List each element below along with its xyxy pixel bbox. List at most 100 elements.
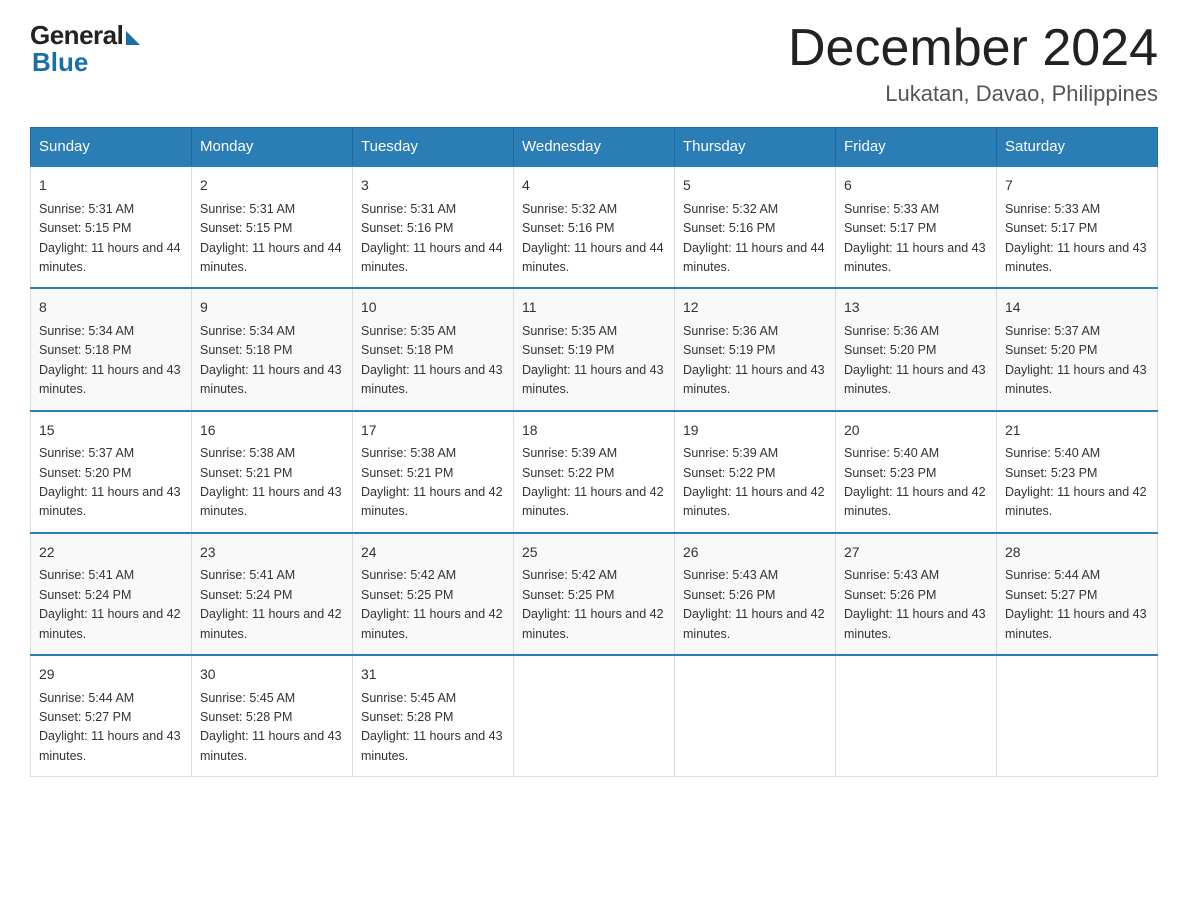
calendar-cell: 11Sunrise: 5:35 AMSunset: 5:19 PMDayligh…: [514, 288, 675, 410]
sunrise-text: Sunrise: 5:39 AM: [522, 444, 666, 463]
sunrise-text: Sunrise: 5:42 AM: [361, 566, 505, 585]
week-row-5: 29Sunrise: 5:44 AMSunset: 5:27 PMDayligh…: [31, 655, 1158, 777]
calendar-cell: 1Sunrise: 5:31 AMSunset: 5:15 PMDaylight…: [31, 166, 192, 288]
calendar-cell: 4Sunrise: 5:32 AMSunset: 5:16 PMDaylight…: [514, 166, 675, 288]
sunrise-text: Sunrise: 5:41 AM: [200, 566, 344, 585]
calendar-cell: 21 Sunrise: 5:40 AMSunset: 5:23 PMDayligh…: [997, 411, 1158, 533]
calendar-cell: 22Sunrise: 5:41 AMSunset: 5:24 PMDayligh…: [31, 533, 192, 655]
sunrise-text: Sunrise: 5:31 AM: [200, 200, 344, 219]
sunset-text: Sunset: 5:18 PM: [39, 341, 183, 360]
week-row-4: 22 Sunrise: 5:41 AM Sunset: 5:24 PM Dayligh…: [31, 533, 1158, 655]
day-number: 11: [522, 297, 666, 319]
day-number: 14: [1005, 297, 1149, 319]
page-subtitle: Lukatan, Davao, Philippines: [788, 81, 1158, 107]
day-number: 9: [200, 297, 344, 319]
sunset-text: Sunset: 5:24 PM: [39, 586, 183, 605]
day-number: 5: [683, 175, 827, 197]
day-number: 8: [39, 297, 183, 319]
daylight-text: Daylight: 11 hours and 43 minutes.: [39, 483, 183, 522]
sunset-text: Sunset: 5:27 PM: [1005, 586, 1149, 605]
daylight-text: Daylight: 11 hours and 43 minutes.: [1005, 361, 1149, 400]
calendar-cell: 17Sunrise: 5:38 AMSunset: 5:21 PMDayligh…: [353, 411, 514, 533]
logo-blue-text: Blue: [32, 47, 88, 78]
sunrise-text: Sunrise: 5:40 AM: [1005, 444, 1149, 463]
daylight-text: Daylight: 11 hours and 42 minutes.: [1005, 483, 1149, 522]
week-row-1: 1Sunrise: 5:31 AMSunset: 5:15 PMDaylight…: [31, 166, 1158, 288]
page-header: General Blue December 2024 Lukatan, Dava…: [30, 20, 1158, 107]
day-number: 27: [844, 542, 988, 564]
calendar-cell: [836, 655, 997, 777]
calendar-cell: 14 Sunrise: 5:37 AMSunset: 5:20 PMDayligh…: [997, 288, 1158, 410]
daylight-text: Daylight: 11 hours and 42 minutes.: [683, 605, 827, 644]
calendar-cell: 3Sunrise: 5:31 AMSunset: 5:16 PMDaylight…: [353, 166, 514, 288]
sunset-text: Sunset: 5:15 PM: [200, 219, 344, 238]
calendar-cell: 18Sunrise: 5:39 AMSunset: 5:22 PMDayligh…: [514, 411, 675, 533]
daylight-text: Daylight: 11 hours and 44 minutes.: [200, 239, 344, 278]
daylight-text: Daylight: 11 hours and 44 minutes.: [683, 239, 827, 278]
sunset-text: Sunset: 5:28 PM: [361, 708, 505, 727]
calendar-cell: 8Sunrise: 5:34 AMSunset: 5:18 PMDaylight…: [31, 288, 192, 410]
sunrise-text: Sunrise: 5:35 AM: [522, 322, 666, 341]
calendar-cell: [997, 655, 1158, 777]
header-cell-saturday: Saturday: [997, 128, 1158, 167]
daylight-text: Daylight: 11 hours and 43 minutes.: [200, 483, 344, 522]
daylight-text: Daylight: 11 hours and 42 minutes.: [683, 483, 827, 522]
sunrise-text: Sunrise: 5:43 AM: [683, 566, 827, 585]
sunrise-text: Sunrise: 5:31 AM: [39, 200, 183, 219]
daylight-text: Daylight: 11 hours and 44 minutes.: [361, 239, 505, 278]
sunrise-text: Sunrise: 5:38 AM: [200, 444, 344, 463]
day-number: 22: [39, 542, 183, 564]
day-number: 6: [844, 175, 988, 197]
sunset-text: Sunset: 5:20 PM: [1005, 341, 1149, 360]
day-number: 2: [200, 175, 344, 197]
sunset-text: Sunset: 5:16 PM: [361, 219, 505, 238]
calendar-cell: [675, 655, 836, 777]
day-number: 12: [683, 297, 827, 319]
daylight-text: Daylight: 11 hours and 42 minutes.: [522, 605, 666, 644]
sunrise-text: Sunrise: 5:31 AM: [361, 200, 505, 219]
day-number: 1: [39, 175, 183, 197]
sunset-text: Sunset: 5:23 PM: [1005, 464, 1149, 483]
day-number: 24: [361, 542, 505, 564]
daylight-text: Daylight: 11 hours and 42 minutes.: [522, 483, 666, 522]
day-number: 16: [200, 420, 344, 442]
day-number: 18: [522, 420, 666, 442]
daylight-text: Daylight: 11 hours and 43 minutes.: [1005, 605, 1149, 644]
sunset-text: Sunset: 5:19 PM: [522, 341, 666, 360]
daylight-text: Daylight: 11 hours and 43 minutes.: [844, 605, 988, 644]
day-number: 15: [39, 420, 183, 442]
calendar-cell: 12Sunrise: 5:36 AMSunset: 5:19 PMDayligh…: [675, 288, 836, 410]
daylight-text: Daylight: 11 hours and 43 minutes.: [39, 727, 183, 766]
sunrise-text: Sunrise: 5:45 AM: [200, 689, 344, 708]
calendar-cell: 9Sunrise: 5:34 AMSunset: 5:18 PMDaylight…: [192, 288, 353, 410]
day-number: 7: [1005, 175, 1149, 197]
sunrise-text: Sunrise: 5:37 AM: [1005, 322, 1149, 341]
daylight-text: Daylight: 11 hours and 42 minutes.: [844, 483, 988, 522]
day-number: 21: [1005, 420, 1149, 442]
calendar-cell: 29Sunrise: 5:44 AMSunset: 5:27 PMDayligh…: [31, 655, 192, 777]
daylight-text: Daylight: 11 hours and 43 minutes.: [200, 361, 344, 400]
sunset-text: Sunset: 5:27 PM: [39, 708, 183, 727]
daylight-text: Daylight: 11 hours and 43 minutes.: [361, 361, 505, 400]
calendar-cell: 30Sunrise: 5:45 AMSunset: 5:28 PMDayligh…: [192, 655, 353, 777]
day-number: 13: [844, 297, 988, 319]
day-number: 25: [522, 542, 666, 564]
day-number: 28: [1005, 542, 1149, 564]
daylight-text: Daylight: 11 hours and 43 minutes.: [844, 361, 988, 400]
sunset-text: Sunset: 5:26 PM: [844, 586, 988, 605]
sunrise-text: Sunrise: 5:32 AM: [683, 200, 827, 219]
daylight-text: Daylight: 11 hours and 43 minutes.: [200, 727, 344, 766]
sunset-text: Sunset: 5:16 PM: [683, 219, 827, 238]
daylight-text: Daylight: 11 hours and 43 minutes.: [683, 361, 827, 400]
daylight-text: Daylight: 11 hours and 42 minutes.: [200, 605, 344, 644]
sunset-text: Sunset: 5:21 PM: [200, 464, 344, 483]
sunrise-text: Sunrise: 5:38 AM: [361, 444, 505, 463]
calendar-cell: 5 Sunrise: 5:32 AMSunset: 5:16 PMDaylight…: [675, 166, 836, 288]
logo: General Blue: [30, 20, 140, 78]
sunset-text: Sunset: 5:17 PM: [1005, 219, 1149, 238]
sunrise-text: Sunrise: 5:35 AM: [361, 322, 505, 341]
daylight-text: Daylight: 11 hours and 43 minutes.: [361, 727, 505, 766]
daylight-text: Daylight: 11 hours and 43 minutes.: [1005, 239, 1149, 278]
sunrise-text: Sunrise: 5:44 AM: [39, 689, 183, 708]
sunset-text: Sunset: 5:17 PM: [844, 219, 988, 238]
